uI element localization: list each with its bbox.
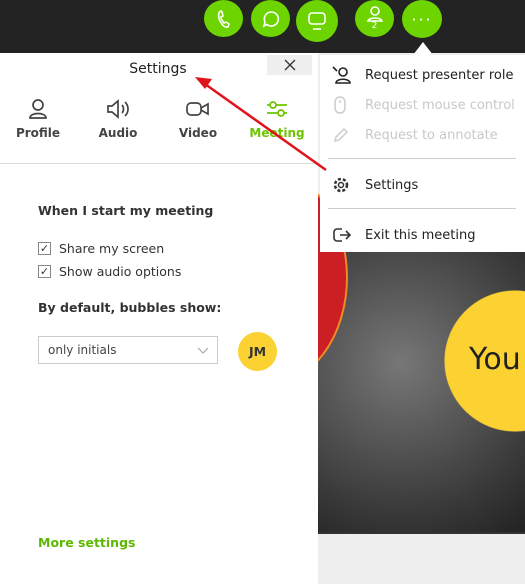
annotation-arrow bbox=[195, 77, 327, 172]
